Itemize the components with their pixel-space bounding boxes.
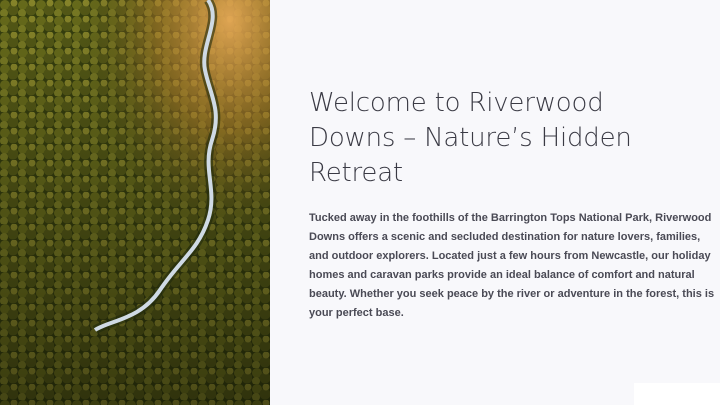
text-content: Welcome to Riverwood Downs – Nature’s Hi… — [309, 86, 715, 323]
slide-body-paragraph: Tucked away in the foothills of the Barr… — [309, 209, 715, 323]
forest-river-aerial-icon — [0, 0, 270, 405]
title-line: Retreat — [309, 158, 403, 188]
body-line: and outdoor explorers. Located just a fe… — [309, 250, 711, 262]
slide: Welcome to Riverwood Downs – Nature’s Hi… — [0, 0, 720, 405]
body-line: Tucked away in the foothills of the Barr… — [309, 212, 712, 224]
body-line: your perfect base. — [309, 307, 404, 319]
body-line: homes and caravan parks provide an ideal… — [309, 269, 695, 281]
corner-panel — [634, 383, 720, 405]
title-line: Downs – Nature’s Hidden — [309, 123, 632, 153]
body-line: beauty. Whether you seek peace by the ri… — [309, 288, 715, 300]
slide-title: Welcome to Riverwood Downs – Nature’s Hi… — [309, 86, 689, 191]
title-line: Welcome to Riverwood — [309, 88, 604, 118]
body-line: Downs offers a scenic and secluded desti… — [309, 231, 701, 243]
forest-river-photo — [0, 0, 270, 405]
